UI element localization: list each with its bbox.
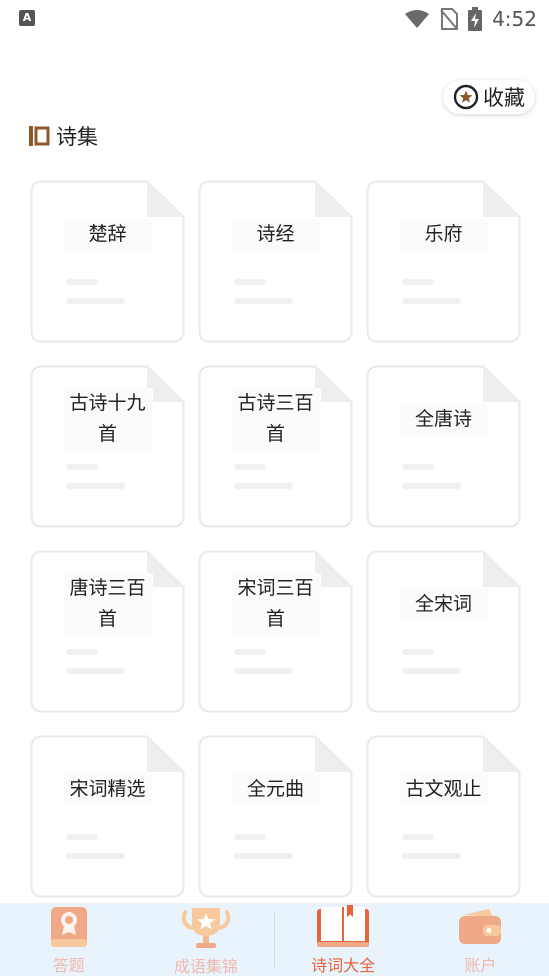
collect-label: 收藏	[483, 86, 525, 110]
collection-card[interactable]: 唐诗三百首	[30, 550, 185, 713]
nav-item-poetry[interactable]: 诗词大全	[275, 903, 412, 976]
collection-card[interactable]: 古诗十九首	[30, 365, 185, 528]
card-title-area: 全元曲	[220, 734, 331, 844]
placeholder-line	[66, 834, 98, 840]
placeholder-line	[234, 649, 266, 655]
placeholder-line	[66, 298, 125, 304]
placeholder-line	[234, 834, 266, 840]
placeholder-line	[402, 834, 434, 840]
collection-title: 楚辞	[62, 218, 153, 250]
status-icons: 4:52	[404, 6, 537, 32]
placeholder-line	[234, 853, 293, 859]
card-title-area: 古诗十九首	[52, 364, 163, 474]
collection-card[interactable]: 全宋词	[366, 550, 521, 713]
collection-title: 古文观止	[398, 773, 489, 805]
placeholder-line	[234, 464, 266, 470]
app-notification-icon: A	[19, 10, 35, 26]
nav-label: 账户	[464, 956, 497, 975]
nav-item-answer[interactable]: 答题	[0, 903, 137, 976]
collection-card[interactable]: 古文观止	[366, 735, 521, 898]
status-time: 4:52	[492, 7, 537, 31]
collection-title: 诗经	[230, 218, 321, 250]
placeholder-line	[402, 853, 461, 859]
collection-grid: 楚辞 诗经 乐府 古诗十九首 古诗三百首 全唐诗 唐诗三百首 宋词三百首 全宋词…	[30, 180, 521, 898]
battery-charging-icon	[468, 7, 483, 31]
wallet-icon	[459, 908, 502, 944]
placeholder-line	[234, 483, 293, 489]
collect-button[interactable]: 收藏	[443, 80, 535, 114]
collection-title: 古诗三百首	[230, 388, 321, 450]
placeholder-line	[66, 279, 98, 285]
placeholder-line	[402, 668, 461, 674]
card-title-area: 全唐诗	[388, 364, 499, 474]
placeholder-line	[66, 668, 125, 674]
placeholder-line	[402, 464, 434, 470]
collection-title: 全唐诗	[398, 403, 489, 435]
card-title-area: 诗经	[220, 179, 331, 289]
bottom-nav: 答题 成语集锦 诗词大全 账户	[0, 903, 549, 976]
placeholder-line	[402, 649, 434, 655]
collection-card[interactable]: 古诗三百首	[198, 365, 353, 528]
collection-card[interactable]: 宋词精选	[30, 735, 185, 898]
star-badge-icon	[453, 84, 479, 110]
collection-title: 宋词三百首	[230, 573, 321, 635]
status-bar: A 4:52	[0, 0, 549, 38]
card-title-area: 楚辞	[52, 179, 163, 289]
section-bracket-icon	[29, 126, 50, 146]
collection-title: 全元曲	[230, 773, 321, 805]
nav-label: 答题	[52, 956, 85, 975]
placeholder-line	[66, 649, 98, 655]
nav-label: 诗词大全	[311, 956, 376, 975]
open-book-icon	[317, 904, 370, 947]
collection-title: 古诗十九首	[62, 388, 153, 450]
nav-item-idioms[interactable]: 成语集锦	[137, 903, 274, 976]
placeholder-line	[234, 279, 266, 285]
card-title-area: 乐府	[388, 179, 499, 289]
card-title-area: 唐诗三百首	[52, 549, 163, 659]
placeholder-line	[402, 298, 461, 304]
collection-title: 乐府	[398, 218, 489, 250]
nav-divider	[274, 911, 275, 969]
section-header: 诗集	[28, 121, 98, 151]
collection-card[interactable]: 楚辞	[30, 180, 185, 343]
collection-card[interactable]: 诗经	[198, 180, 353, 343]
placeholder-line	[66, 853, 125, 859]
trophy-icon	[181, 908, 231, 948]
book-badge-icon	[50, 906, 87, 947]
card-title-area: 全宋词	[388, 549, 499, 659]
nav-label: 成语集锦	[173, 957, 238, 976]
nav-item-account[interactable]: 账户	[412, 903, 549, 976]
placeholder-line	[234, 298, 293, 304]
wifi-icon	[405, 10, 430, 28]
card-title-area: 古诗三百首	[220, 364, 331, 474]
placeholder-line	[66, 483, 125, 489]
card-title-area: 古文观止	[388, 734, 499, 844]
page-title: 诗集	[56, 125, 98, 149]
collection-card[interactable]: 宋词三百首	[198, 550, 353, 713]
card-title-area: 宋词三百首	[220, 549, 331, 659]
card-title-area: 宋词精选	[52, 734, 163, 844]
placeholder-line	[234, 668, 293, 674]
collection-title: 唐诗三百首	[62, 573, 153, 635]
placeholder-line	[66, 464, 98, 470]
collection-card[interactable]: 全元曲	[198, 735, 353, 898]
collection-card[interactable]: 全唐诗	[366, 365, 521, 528]
no-sim-icon	[440, 8, 459, 30]
placeholder-line	[402, 483, 461, 489]
collection-title: 全宋词	[398, 588, 489, 620]
collection-card[interactable]: 乐府	[366, 180, 521, 343]
collection-title: 宋词精选	[62, 773, 153, 805]
placeholder-line	[402, 279, 434, 285]
